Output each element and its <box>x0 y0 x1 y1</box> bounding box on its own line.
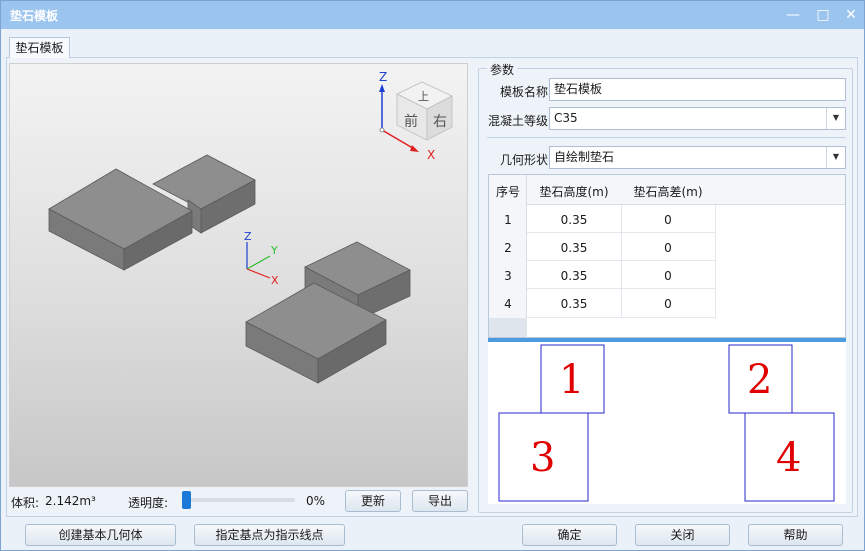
row-index: 1 <box>504 213 512 227</box>
row-index: 3 <box>504 269 512 283</box>
pad-label-2: 2 <box>747 357 772 403</box>
chevron-down-icon[interactable]: ▼ <box>826 147 845 168</box>
volume-value: 2.142m³ <box>45 494 96 508</box>
update-button[interactable]: 更新 <box>345 490 401 512</box>
params-divider <box>487 137 846 138</box>
volume-label: 体积: <box>11 496 40 510</box>
close-button[interactable]: 关闭 <box>635 524 730 546</box>
transparency-label: 透明度: <box>128 496 169 510</box>
row-index: 2 <box>504 241 512 255</box>
set-base-point-button[interactable]: 指定基点为指示线点 <box>194 524 345 546</box>
origin-axes: Z Y X <box>244 230 279 287</box>
cell-height[interactable]: 0.35 <box>527 269 621 283</box>
minimize-icon[interactable]: — <box>779 3 807 27</box>
plan-preview[interactable]: 1 2 3 4 <box>488 338 846 504</box>
column-header-diff[interactable]: 垫石高差(m) <box>621 183 715 200</box>
geometry-label: 几何形状 <box>500 153 549 167</box>
geometry-select[interactable]: 自绘制垫石 ▼ <box>549 146 846 169</box>
concrete-grade-value: C35 <box>554 111 578 125</box>
window-title: 垫石模板 <box>10 9 59 23</box>
block-group-upper <box>48 154 256 271</box>
navcube-right-label: 右 <box>433 114 447 130</box>
concrete-grade-select[interactable]: C35 ▼ <box>549 107 846 130</box>
cell-diff[interactable]: 0 <box>621 241 715 255</box>
3d-viewport[interactable]: Z Y X 上 前 右 Z X <box>9 63 468 487</box>
maximize-icon[interactable]: □ <box>809 3 837 27</box>
cell-diff[interactable]: 0 <box>621 297 715 311</box>
pad-label-4: 4 <box>776 435 801 481</box>
navcube-z-label: Z <box>379 70 387 84</box>
template-name-input[interactable]: 垫石模板 <box>549 78 846 101</box>
pad-table[interactable]: 序号 垫石高度(m) 垫石高差(m) 1 0.35 0 2 0.35 0 3 0… <box>488 174 846 338</box>
plan-preview-canvas: 1 2 3 4 <box>498 344 835 502</box>
transparency-slider-track[interactable] <box>183 498 295 502</box>
cell-diff[interactable]: 0 <box>621 213 715 227</box>
navcube-x-label: X <box>427 148 435 162</box>
params-group-title: 参数 <box>487 61 518 78</box>
create-basic-geometry-button[interactable]: 创建基本几何体 <box>25 524 176 546</box>
navigation-cube: 上 前 右 Z X <box>379 70 453 162</box>
export-button[interactable]: 导出 <box>412 490 468 512</box>
help-button[interactable]: 帮助 <box>748 524 843 546</box>
axis-y-label: Y <box>270 244 278 257</box>
concrete-grade-label: 混凝土等级 <box>488 114 549 128</box>
table-empty-area <box>527 318 845 337</box>
column-header-index[interactable]: 序号 <box>489 183 527 200</box>
pad-label-3: 3 <box>530 435 555 481</box>
cell-height[interactable]: 0.35 <box>527 213 621 227</box>
transparency-slider-thumb[interactable] <box>182 491 191 509</box>
cell-height[interactable]: 0.35 <box>527 297 621 311</box>
pad-label-1: 1 <box>559 357 584 403</box>
scene-canvas: Z Y X 上 前 右 Z X <box>48 70 453 384</box>
navcube-front-label: 前 <box>404 113 418 130</box>
title-bar[interactable]: 垫石模板 — □ ✕ <box>1 1 864 29</box>
column-header-height[interactable]: 垫石高度(m) <box>527 183 621 200</box>
transparency-value: 0% <box>306 494 326 508</box>
close-icon[interactable]: ✕ <box>837 3 865 27</box>
row-index: 4 <box>504 297 512 311</box>
template-name-label: 模板名称 <box>500 85 549 99</box>
ok-button[interactable]: 确定 <box>522 524 617 546</box>
axis-x-label: X <box>271 274 279 287</box>
block-group-lower <box>245 241 411 384</box>
axis-z-label: Z <box>244 230 252 243</box>
navcube-top-label: 上 <box>418 90 429 103</box>
cell-diff[interactable]: 0 <box>621 269 715 283</box>
chevron-down-icon[interactable]: ▼ <box>826 108 845 129</box>
tab-template[interactable]: 垫石模板 <box>9 37 70 58</box>
cell-height[interactable]: 0.35 <box>527 241 621 255</box>
geometry-value: 自绘制垫石 <box>554 150 615 164</box>
table-new-row-header <box>489 318 527 337</box>
column-divider <box>715 205 716 318</box>
template-window: 垫石模板 — □ ✕ 垫石模板 Z Y X 上 前 右 Z X 体积: 2.14… <box>0 0 865 551</box>
